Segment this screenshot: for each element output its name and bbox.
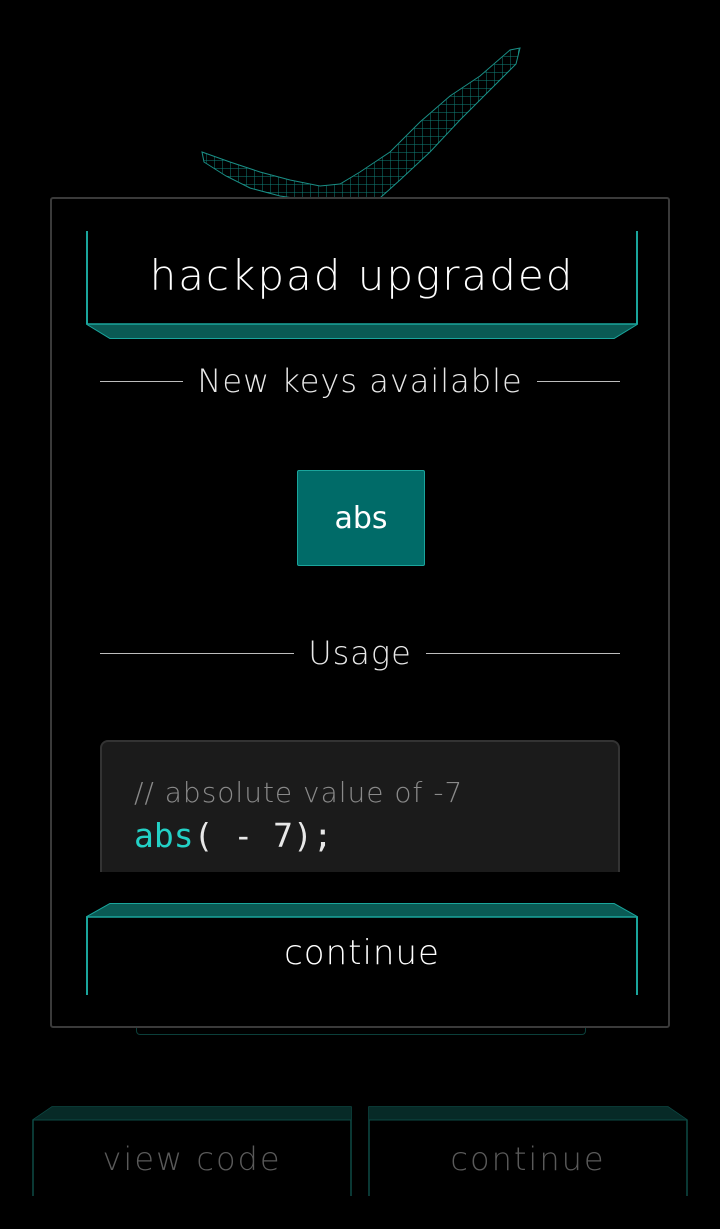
new-keys-divider: New keys available (100, 361, 621, 401)
divider-line (100, 652, 295, 654)
divider-line (100, 380, 184, 382)
code-example: // absolute value of -7 abs( - 7); (100, 740, 620, 872)
background-continue-button[interactable]: continue (368, 1106, 688, 1196)
code-function-name: abs (134, 816, 194, 855)
usage-heading: Usage (308, 634, 412, 672)
view-code-label: view code (102, 1140, 282, 1178)
code-line: abs( - 7); (134, 816, 333, 855)
grid-mesh-icon (201, 47, 521, 203)
view-code-button[interactable]: view code (32, 1106, 352, 1196)
code-arguments: ( - 7); (193, 816, 333, 855)
code-comment: // absolute value of -7 (134, 776, 464, 809)
divider-line (425, 652, 620, 654)
divider-line (536, 380, 621, 382)
upgrade-dialog: hackpad upgraded New keys available abs … (50, 197, 670, 1028)
background-continue-label: continue (450, 1140, 606, 1178)
abs-key-button[interactable]: abs (297, 470, 425, 566)
new-keys-heading: New keys available (197, 362, 523, 400)
continue-label: continue (284, 933, 440, 973)
usage-divider: Usage (100, 633, 620, 673)
dialog-header: hackpad upgraded (86, 231, 638, 339)
continue-button[interactable]: continue (86, 903, 638, 995)
dialog-title: hackpad upgraded (149, 251, 575, 300)
